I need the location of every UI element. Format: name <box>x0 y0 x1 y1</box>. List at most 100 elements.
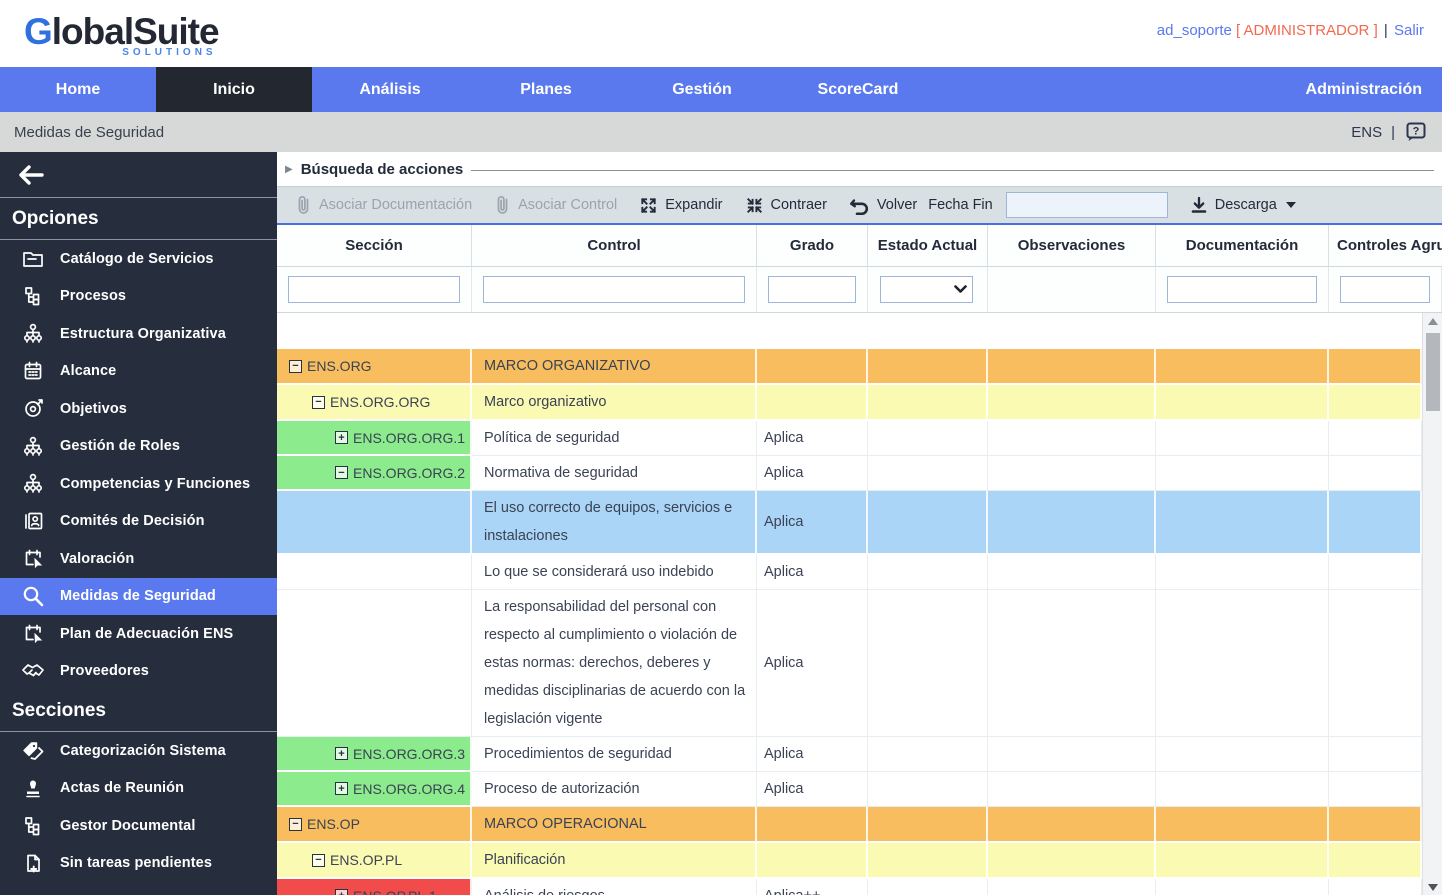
table-row[interactable]: El uso correcto de equipos, servicios e … <box>277 491 1422 555</box>
sidebar-item-label: Competencias y Funciones <box>60 476 250 492</box>
volver-button[interactable]: Volver <box>849 196 917 215</box>
asociar-control-button[interactable]: Asociar Control <box>494 195 617 215</box>
control-filter-input[interactable] <box>483 276 745 303</box>
sidebar-item-categorizacion-sistema[interactable]: Categorización Sistema <box>0 732 277 770</box>
controles-agrupados-cell <box>1329 772 1422 807</box>
nav-tab-home[interactable]: Home <box>0 67 156 112</box>
collapse-node-icon[interactable]: − <box>335 466 348 479</box>
sidebar-item-plan-de-adecuacion-ens[interactable]: Plan de Adecuación ENS <box>0 615 277 653</box>
nav-tab-analisis[interactable]: Análisis <box>312 67 468 112</box>
control-cell: MARCO OPERACIONAL <box>472 807 757 843</box>
grado-value: Aplica <box>764 465 804 481</box>
sidebar-item-proveedores[interactable]: Proveedores <box>0 653 277 691</box>
username-link[interactable]: ad_soporte <box>1157 22 1232 39</box>
estado-actual-cell <box>868 456 988 491</box>
table-row[interactable]: −ENS.OP.PLPlanificación <box>277 843 1422 879</box>
fecha-fin-input[interactable] <box>1006 192 1168 218</box>
grado-filter-input[interactable] <box>768 276 856 303</box>
sidebar-item-gestion-de-roles[interactable]: Gestión de Roles <box>0 428 277 466</box>
sidebar-item-gestor-documental[interactable]: Gestor Documental <box>0 807 277 845</box>
documentacion-filter-input[interactable] <box>1167 276 1317 303</box>
expand-node-icon[interactable]: + <box>335 782 348 795</box>
nav-tab-administracion[interactable]: Administración <box>1286 67 1442 112</box>
controles-agrupados-cell <box>1329 491 1422 555</box>
column-header-documentacion[interactable]: Documentación <box>1156 225 1329 266</box>
logout-link[interactable]: Salir <box>1394 22 1424 39</box>
table-row[interactable]: −ENS.ORGMARCO ORGANIZATIVO <box>277 349 1422 385</box>
nav-tab-planes[interactable]: Planes <box>468 67 624 112</box>
estado-actual-filter-select[interactable] <box>880 276 973 303</box>
sidebar-item-label: Comités de Decisión <box>60 513 205 529</box>
controles-agrupados-cell <box>1329 879 1422 895</box>
table-row[interactable]: −ENS.ORG.ORGMarco organizativo <box>277 385 1422 421</box>
column-header-grado[interactable]: Grado <box>757 225 868 266</box>
asociar-documentacion-button[interactable]: Asociar Documentación <box>295 195 472 215</box>
scrollbar-thumb[interactable] <box>1426 333 1440 411</box>
table-row[interactable]: La responsabilidad del personal con resp… <box>277 590 1422 737</box>
sidebar-item-catalogo-de-servicios[interactable]: Catálogo de Servicios <box>0 240 277 278</box>
collapse-node-icon[interactable]: − <box>289 360 302 373</box>
expand-node-icon[interactable]: + <box>335 889 348 895</box>
sidebar-item-actas-de-reunion[interactable]: Actas de Reunión <box>0 770 277 808</box>
folder-icon <box>21 247 45 271</box>
column-header-controles-agrupados[interactable]: Controles Agrupados <box>1329 225 1442 266</box>
table-row[interactable]: +ENS.ORG.ORG.3Procedimientos de segurida… <box>277 737 1422 772</box>
back-button[interactable] <box>0 152 277 198</box>
vertical-scrollbar[interactable] <box>1422 313 1442 895</box>
expand-node-icon[interactable]: + <box>335 747 348 760</box>
collapse-node-icon[interactable]: − <box>312 854 325 867</box>
control-cell: Normativa de seguridad <box>472 456 757 491</box>
sidebar-item-estructura-organizativa[interactable]: Estructura Organizativa <box>0 315 277 353</box>
sidebar-item-medidas-de-seguridad[interactable]: Medidas de Seguridad <box>0 578 277 616</box>
descarga-button[interactable]: Descarga <box>1190 196 1296 215</box>
seccion-cell: −ENS.ORG <box>277 349 472 385</box>
table-row[interactable]: −ENS.OPMARCO OPERACIONAL <box>277 807 1422 843</box>
column-header-control[interactable]: Control <box>472 225 757 266</box>
nav-tab-scorecard[interactable]: ScoreCard <box>780 67 936 112</box>
control-cell: MARCO ORGANIZATIVO <box>472 349 757 385</box>
nav-tab-inicio[interactable]: Inicio <box>156 67 312 112</box>
control-text: Marco organizativo <box>484 388 607 416</box>
grado-value: Aplica <box>764 655 804 671</box>
estado-actual-cell <box>868 385 988 421</box>
column-header-estado-actual[interactable]: Estado Actual <box>868 225 988 266</box>
sidebar-item-label: Medidas de Seguridad <box>60 588 216 604</box>
nav-tab-gestion[interactable]: Gestión <box>624 67 780 112</box>
observaciones-cell <box>988 843 1156 879</box>
expandir-button[interactable]: Expandir <box>639 196 722 215</box>
collapse-triangle-icon[interactable]: ▶ <box>285 164 293 175</box>
seccion-filter-input[interactable] <box>288 276 460 303</box>
table-row[interactable]: +ENS.ORG.ORG.1Política de seguridadAplic… <box>277 421 1422 456</box>
table-row[interactable]: −ENS.ORG.ORG.2Normativa de seguridadApli… <box>277 456 1422 491</box>
scroll-up-arrow[interactable] <box>1423 313 1442 329</box>
sidebar-item-procesos[interactable]: Procesos <box>0 278 277 316</box>
table-row[interactable]: Lo que se considerará uso indebidoAplica <box>277 555 1422 590</box>
sidebar-item-valoracion[interactable]: Valoración <box>0 540 277 578</box>
observaciones-cell <box>988 421 1156 456</box>
column-header-observaciones[interactable]: Observaciones <box>988 225 1156 266</box>
sidebar-item-competencias-y-funciones[interactable]: Competencias y Funciones <box>0 465 277 503</box>
search-panel-header[interactable]: ▶ Búsqueda de acciones <box>277 152 1442 186</box>
sidebar-item-alcance[interactable]: Alcance <box>0 353 277 391</box>
id-card-icon <box>21 509 45 533</box>
sidebar-item-label: Valoración <box>60 551 134 567</box>
controles-agrupados-filter-input[interactable] <box>1340 276 1430 303</box>
seccion-code: ENS.ORG <box>307 358 372 374</box>
table-row[interactable]: +ENS.ORG.ORG.4Proceso de autorizaciónApl… <box>277 772 1422 807</box>
table-row[interactable]: +ENS.OP.PL.1Análisis de riesgosAplica++ <box>277 879 1422 895</box>
sidebar-item-comites-de-decision[interactable]: Comités de Decisión <box>0 503 277 541</box>
collapse-node-icon[interactable]: − <box>289 818 302 831</box>
sidebar-item-sin-tareas-pendientes[interactable]: Sin tareas pendientes <box>0 845 277 883</box>
column-header-seccion[interactable]: Sección <box>277 225 472 266</box>
sidebar-item-objetivos[interactable]: Objetivos <box>0 390 277 428</box>
sidebar-item-label: Catálogo de Servicios <box>60 251 214 267</box>
grado-value: Aplica <box>764 564 804 580</box>
collapse-node-icon[interactable]: − <box>312 396 325 409</box>
controles-agrupados-cell <box>1329 843 1422 879</box>
expand-node-icon[interactable]: + <box>335 431 348 444</box>
help-icon[interactable]: ? <box>1404 120 1428 144</box>
sidebar-item-partial[interactable] <box>0 882 277 895</box>
seccion-cell: −ENS.OP.PL <box>277 843 472 879</box>
contraer-button[interactable]: Contraer <box>745 196 827 215</box>
scroll-down-arrow[interactable] <box>1423 879 1442 895</box>
